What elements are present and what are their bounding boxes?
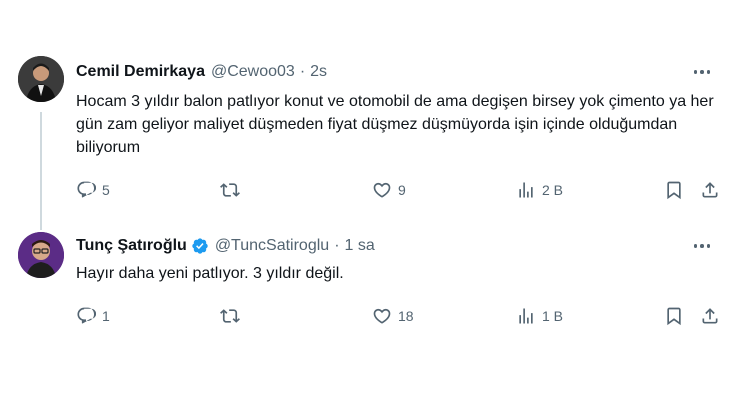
display-name[interactable]: Cemil Demirkaya [76, 62, 205, 82]
share-icon [702, 308, 718, 324]
timestamp[interactable]: 1 sa [345, 236, 375, 256]
bookmark-icon [667, 307, 681, 326]
separator-dot: · [299, 63, 306, 80]
views-icon [519, 182, 533, 198]
retweet-button[interactable] [220, 306, 246, 326]
reply-icon [77, 181, 96, 198]
bookmark-button[interactable] [664, 180, 684, 200]
like-icon [373, 182, 391, 198]
views-button[interactable]: 2 B [516, 180, 563, 200]
reply-count: 5 [102, 182, 110, 198]
like-icon [373, 308, 391, 324]
tweet-text: Hocam 3 yıldır balon patlıyor konut ve o… [76, 93, 714, 156]
avatar[interactable] [18, 56, 64, 102]
avatar[interactable] [18, 232, 64, 278]
thread-connector-line [40, 112, 42, 230]
like-button[interactable]: 18 [372, 306, 414, 326]
like-count: 9 [398, 182, 406, 198]
views-button[interactable]: 1 B [516, 306, 563, 326]
action-bar: 1 18 1 B [76, 304, 718, 328]
reply-count: 1 [102, 308, 110, 324]
like-count: 18 [398, 308, 414, 324]
views-count: 2 B [542, 182, 564, 198]
user-handle[interactable]: @Cewoo03 [211, 62, 295, 82]
separator-dot: · [334, 237, 340, 254]
bookmark-button[interactable] [664, 306, 684, 326]
more-icon[interactable] [688, 62, 716, 82]
share-icon [702, 182, 718, 198]
tweet[interactable]: Cemil Demirkaya @Cewoo03 · 2s Hocam 3 yı… [0, 52, 730, 212]
tweet-text: Hayır daha yeni patlıyor. 3 yıldır değil… [76, 265, 344, 282]
action-bar: 5 9 2 B [76, 178, 718, 202]
more-icon[interactable] [688, 236, 716, 256]
share-button[interactable] [700, 306, 720, 326]
views-icon [519, 308, 533, 324]
bookmark-icon [667, 181, 681, 200]
share-button[interactable] [700, 180, 720, 200]
reply-icon [77, 307, 96, 324]
retweet-icon [220, 309, 240, 323]
views-count: 1 B [542, 308, 564, 324]
retweet-button[interactable] [220, 180, 246, 200]
tweet[interactable]: Tunç Şatıroğlu @TuncSatiroglu · 1 sa Hay… [0, 226, 730, 336]
user-handle[interactable]: @TuncSatiroglu [215, 236, 329, 256]
retweet-icon [220, 183, 240, 197]
timestamp[interactable]: 2s [310, 62, 327, 82]
like-button[interactable]: 9 [372, 180, 406, 200]
reply-button[interactable]: 1 [76, 306, 110, 326]
reply-button[interactable]: 5 [76, 180, 110, 200]
verified-badge-icon [191, 237, 209, 255]
display-name[interactable]: Tunç Şatıroğlu [76, 236, 187, 256]
